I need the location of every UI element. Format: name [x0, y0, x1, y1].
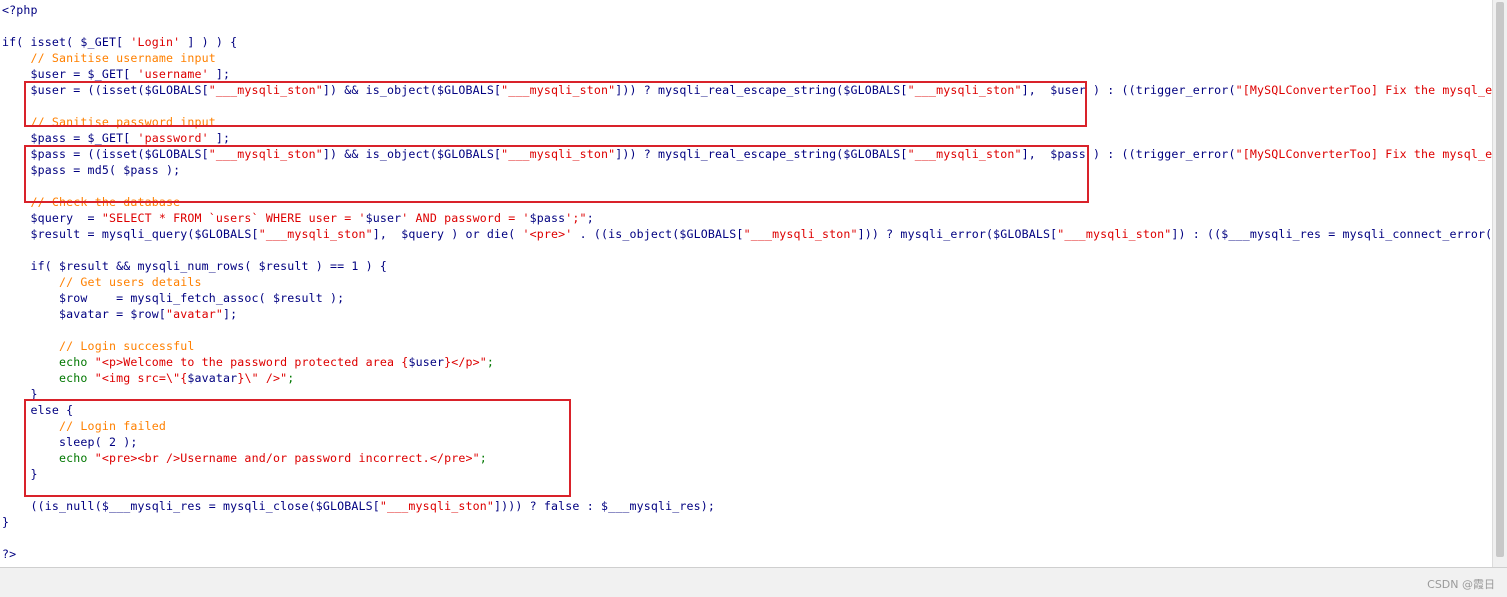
code-token-default: if( $result && mysqli_num_rows( $result … — [2, 259, 388, 273]
code-token-string: "<p>Welcome to the password protected ar… — [94, 355, 409, 369]
code-token-default: ]; — [223, 307, 238, 321]
code-token-default: if( isset( $_GET[ — [2, 35, 131, 49]
code-line: if( isset( $_GET[ 'Login' ] ) ) { — [2, 34, 237, 50]
code-token-default: $user = $_GET[ — [2, 67, 138, 81]
code-token-string: 'Login' — [130, 35, 181, 49]
code-line: ((is_null($___mysqli_res = mysqli_close(… — [2, 498, 715, 514]
code-line: ?> — [2, 546, 16, 562]
watermark-text: CSDN @霞日 — [1427, 578, 1495, 591]
code-token-default: ], $query ) or die( — [372, 227, 523, 241]
code-token-default: $query = — [2, 211, 102, 225]
code-token-default: } — [2, 515, 10, 529]
code-token-string: }\" />" — [237, 371, 288, 385]
code-token-tag: <?php — [2, 3, 38, 17]
code-line: <?php — [2, 2, 38, 18]
scrollbar-thumb[interactable] — [1496, 2, 1504, 557]
code-token-string: ' AND password = ' — [401, 211, 530, 225]
code-token-default: $avatar — [187, 371, 238, 385]
code-token-default: $user — [365, 211, 402, 225]
code-token-string: "___mysqli_ston" — [379, 499, 494, 513]
code-line: $result = mysqli_query($GLOBALS["___mysq… — [2, 226, 1492, 242]
code-token-string: "<img src=\"{ — [94, 371, 188, 385]
code-token-string: "[MySQLConverterToo] Fix the mysql_escap… — [1235, 83, 1492, 97]
code-token-default: . ((is_object($GLOBALS[ — [572, 227, 744, 241]
code-line: $pass = $_GET[ 'password' ]; — [2, 130, 231, 146]
code-token-comment: // Get users details — [2, 275, 202, 289]
code-token-default: ; — [586, 211, 594, 225]
code-line: // Login successful — [2, 338, 195, 354]
code-token-default: $pass — [529, 211, 566, 225]
password-escape-box — [24, 145, 1089, 203]
code-line: if( $result && mysqli_num_rows( $result … — [2, 258, 387, 274]
code-token-keyword: ; — [486, 355, 495, 369]
code-token-default: ])) ? mysqli_error($GLOBALS[ — [857, 227, 1058, 241]
code-line: } — [2, 514, 9, 530]
code-token-string: "SELECT * FROM `users` WHERE user = ' — [101, 211, 366, 225]
code-token-default: ] ) ) { — [180, 35, 238, 49]
code-token-string: }</p>" — [444, 355, 487, 369]
code-token-string: 'password' — [137, 131, 209, 145]
code-token-default: ]) : (($___mysqli_res = mysqli_connect_e… — [1171, 227, 1492, 241]
code-line: // Get users details — [2, 274, 202, 290]
code-token-comment: // Sanitise username input — [2, 51, 216, 65]
code-token-default: $result = mysqli_query($GLOBALS[ — [2, 227, 259, 241]
username-escape-box — [24, 81, 1087, 127]
code-token-string: "___mysqli_ston" — [258, 227, 373, 241]
code-token-default: $pass = $_GET[ — [2, 131, 138, 145]
code-token-default: ]; — [208, 67, 231, 81]
code-token-string: ';" — [565, 211, 587, 225]
code-token-keyword: echo — [2, 371, 95, 385]
code-token-default: ]))) ? false : $___mysqli_res); — [494, 499, 716, 513]
code-line: $row = mysqli_fetch_assoc( $result ); — [2, 290, 344, 306]
code-token-string: "___mysqli_ston" — [743, 227, 858, 241]
code-line: echo "<img src=\"{$avatar}\" />"; — [2, 370, 294, 386]
code-line: echo "<p>Welcome to the password protect… — [2, 354, 494, 370]
code-token-default: ((is_null($___mysqli_res = mysqli_close(… — [2, 499, 380, 513]
code-token-string: "___mysqli_ston" — [1057, 227, 1172, 241]
code-token-tag: ?> — [2, 547, 17, 561]
bottom-status-strip: CSDN @霞日 — [0, 567, 1507, 597]
code-token-keyword: echo — [2, 355, 95, 369]
code-token-default: ]; — [208, 131, 231, 145]
code-token-default: $row = mysqli_fetch_assoc( $result ); — [2, 291, 345, 305]
code-token-string: '<pre>' — [522, 227, 573, 241]
code-line: $query = "SELECT * FROM `users` WHERE us… — [2, 210, 594, 226]
code-token-string: "avatar" — [166, 307, 224, 321]
code-token-default: $user — [408, 355, 445, 369]
code-token-string: "[MySQLConverterToo] Fix the mysql_escap… — [1235, 147, 1492, 161]
code-line: // Sanitise username input — [2, 50, 216, 66]
code-token-keyword: ; — [287, 371, 295, 385]
code-token-comment: // Login successful — [2, 339, 195, 353]
code-line: $user = $_GET[ 'username' ]; — [2, 66, 231, 82]
code-line: $avatar = $row["avatar"]; — [2, 306, 237, 322]
code-token-string: 'username' — [137, 67, 209, 81]
login-failed-box — [24, 399, 571, 497]
vertical-scrollbar[interactable] — [1492, 0, 1507, 567]
code-token-default: $avatar = $row[ — [2, 307, 166, 321]
